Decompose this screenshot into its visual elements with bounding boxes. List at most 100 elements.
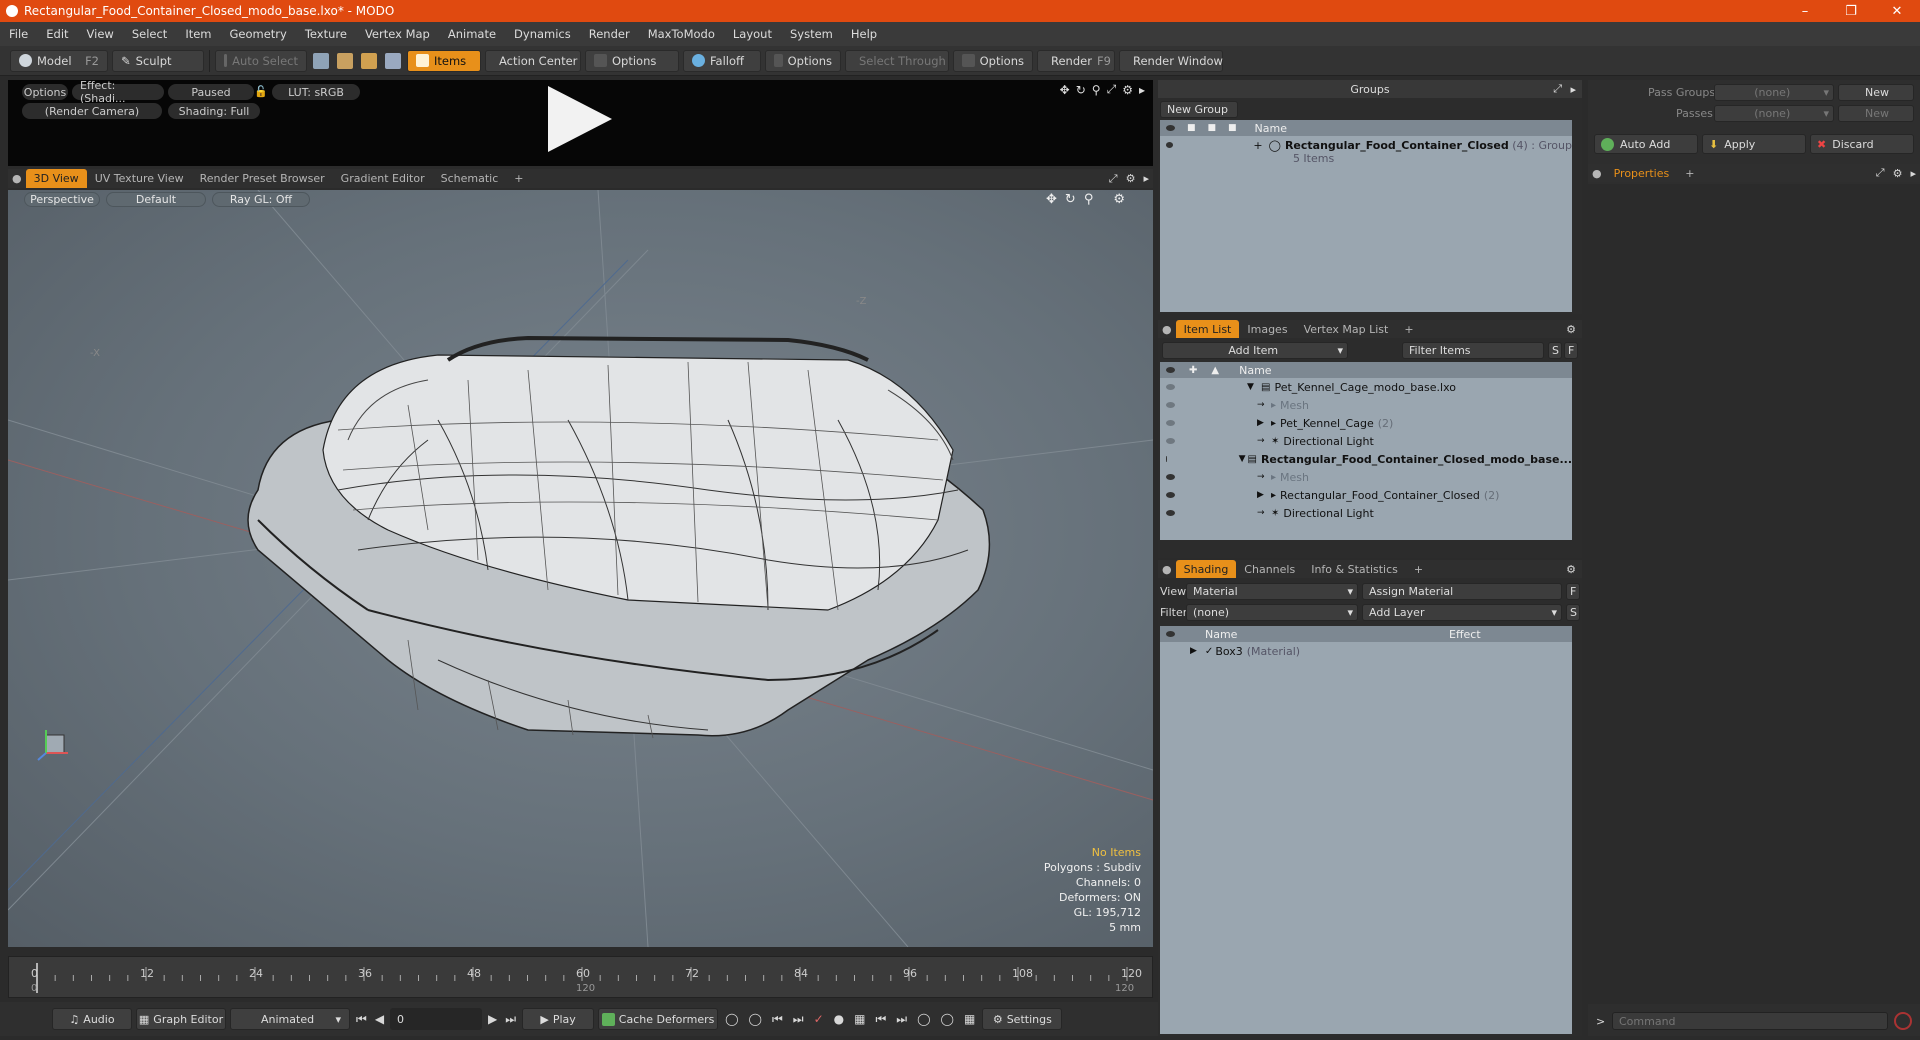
audio-button[interactable]: ♫ Audio [52,1008,132,1030]
vertices-icon[interactable] [313,52,329,69]
eye-icon[interactable] [1166,420,1175,426]
render-button[interactable]: Render F9 [1037,49,1115,72]
select-col-icon[interactable]: ■ [1228,123,1237,133]
menu-vertex-map[interactable]: Vertex Map [356,27,439,41]
loop-end-icon[interactable]: ⏭ [896,1012,907,1027]
lock-icon[interactable]: 🔓 [254,85,268,98]
discard-button[interactable]: ✖ Discard [1810,134,1914,154]
item-row[interactable]: ▶ ▸ Pet_Kennel_Cage (2) [1160,414,1572,432]
skip-start-icon[interactable]: ⏮ [356,1012,367,1027]
next-key-icon[interactable]: ⏭ [793,1012,804,1027]
record-icon[interactable]: ● [834,1012,844,1026]
item-row[interactable]: ▶ ▸ Rectangular_Food_Container_Closed (2) [1160,486,1572,504]
graph-editor-button[interactable]: ▦ Graph Editor [136,1008,226,1030]
tab-vertex-map-list[interactable]: Vertex Map List [1296,320,1397,339]
new-group-button[interactable]: New Group [1160,101,1238,118]
prev-key-icon[interactable]: ⏮ [772,1012,783,1027]
falloff-options-button[interactable]: Options [765,49,841,72]
tab-uv-texture-view[interactable]: UV Texture View [87,169,192,188]
edges-icon[interactable] [337,52,353,69]
mode-c-icon[interactable]: ▦ [964,1012,975,1026]
render-window-button[interactable]: Render Window [1119,49,1223,72]
cache-deformers-button[interactable]: Cache Deformers [598,1008,719,1030]
shader-row[interactable]: ▶ ✓ Box3 (Material) [1160,642,1572,660]
item-row[interactable]: → ✶ Directional Light [1160,432,1572,450]
menu-render[interactable]: Render [580,27,639,41]
menu-edit[interactable]: Edit [37,27,77,41]
menu-item[interactable]: Item [176,27,220,41]
eye-icon[interactable] [1166,456,1167,462]
tab-schematic[interactable]: Schematic [433,169,507,188]
polygons-icon[interactable] [361,52,377,69]
3d-viewport[interactable]: -X -Z No Items Polygons : Subdiv Channel… [8,190,1153,947]
key-auto-icon[interactable]: ◯ [749,1012,762,1026]
eye-icon[interactable] [1166,474,1175,480]
tab-3d-view[interactable]: 3D View [25,169,87,188]
item-row[interactable]: ▼ ▤ Rectangular_Food_Container_Closed_modo… [1160,450,1572,468]
eye-icon[interactable] [1166,402,1175,408]
tab-render-preset-browser[interactable]: Render Preset Browser [192,169,333,188]
mode-a-icon[interactable]: ◯ [917,1012,930,1026]
groups-arrow-icon[interactable]: ▸ [1570,83,1576,96]
preview-effect-dropdown[interactable]: Effect: (Shadi... [72,79,164,105]
raygl-toggle[interactable]: Ray GL: Off [212,192,310,207]
set-key-icon[interactable]: ✓ [814,1012,824,1026]
tab-gradient-editor[interactable]: Gradient Editor [333,169,433,188]
eye-icon[interactable] [1166,631,1175,637]
tab-shading[interactable]: Shading [1175,560,1237,578]
item-row[interactable]: → ✶ Directional Light [1160,504,1572,522]
pan-icon[interactable]: ✥ [1060,83,1070,97]
eye-icon[interactable] [1166,367,1175,373]
properties-arrow-icon[interactable]: ▸ [1906,167,1920,180]
model-mode-button[interactable]: Model F2 [10,49,108,72]
rotate-icon[interactable]: ↻ [1065,192,1076,207]
frame-input[interactable]: 0 [390,1008,483,1030]
expand-arrow-icon[interactable]: ▶ [1190,646,1197,656]
add-item-dropdown[interactable]: Add Item ▾ [1162,342,1348,359]
skip-end-icon[interactable]: ⏭ [505,1012,516,1027]
materials-icon[interactable] [385,52,401,69]
add-tab-button[interactable]: + [1406,560,1431,579]
lock-col-icon[interactable]: ■ [1187,123,1196,133]
render-col-icon[interactable]: ▲ [1211,365,1219,376]
eye-icon[interactable] [1166,510,1175,516]
lock-col-icon[interactable]: ✚ [1189,365,1197,376]
preview-paused-button[interactable]: Paused [168,84,254,100]
tab-images[interactable]: Images [1239,320,1295,339]
falloff-button[interactable]: Falloff [683,49,761,72]
rotate-icon[interactable]: ↻ [1076,83,1086,97]
add-tab-button[interactable]: + [506,169,531,188]
groups-expand-icon[interactable]: ⤢ [1553,82,1562,96]
shading-gear-icon[interactable]: ⚙ [1560,563,1582,576]
key-all-icon[interactable]: ▦ [854,1012,865,1026]
item-row[interactable]: → ▸ Mesh [1160,396,1572,414]
play-icon[interactable] [548,86,612,152]
eye-icon[interactable] [1166,142,1174,148]
expand-arrow-icon[interactable]: ▶ [1257,490,1269,500]
restore-icon[interactable]: ❐ [1828,0,1874,22]
eye-icon[interactable] [1166,492,1175,498]
menu-maxtomodo[interactable]: MaxToModo [639,27,724,41]
items-mode-button[interactable]: Items [407,49,481,72]
viewport-gear-icon[interactable]: ⚙ [1122,172,1140,185]
shading-f-button[interactable]: F [1566,583,1580,600]
menu-select[interactable]: Select [123,27,176,41]
select-through-options-button[interactable]: Options [953,49,1033,72]
maximize-icon[interactable]: ⤢ [1107,82,1117,97]
filter-dropdown[interactable]: (none) ▾ [1186,604,1358,621]
gear-icon[interactable]: ⚙ [1122,83,1133,97]
group-row[interactable]: + ◯ Rectangular_Food_Container_Closed (4… [1160,136,1572,166]
new-pass-group-button[interactable]: New [1838,84,1914,101]
menu-dynamics[interactable]: Dynamics [505,27,580,41]
minimize-icon[interactable]: – [1782,0,1828,22]
command-history-icon[interactable] [1894,1012,1912,1030]
zoom-icon[interactable]: ⚲ [1092,83,1101,97]
eye-icon[interactable] [1166,384,1175,390]
step-back-icon[interactable]: ◀ [375,1012,384,1026]
add-layer-dropdown[interactable]: Add Layer ▾ [1362,604,1562,621]
menu-texture[interactable]: Texture [296,27,356,41]
zoom-icon[interactable]: ⚲ [1084,192,1094,207]
style-dropdown[interactable]: Default [106,192,206,207]
action-center-options-button[interactable]: Options [585,49,679,72]
tab-item-list[interactable]: Item List [1175,320,1240,338]
